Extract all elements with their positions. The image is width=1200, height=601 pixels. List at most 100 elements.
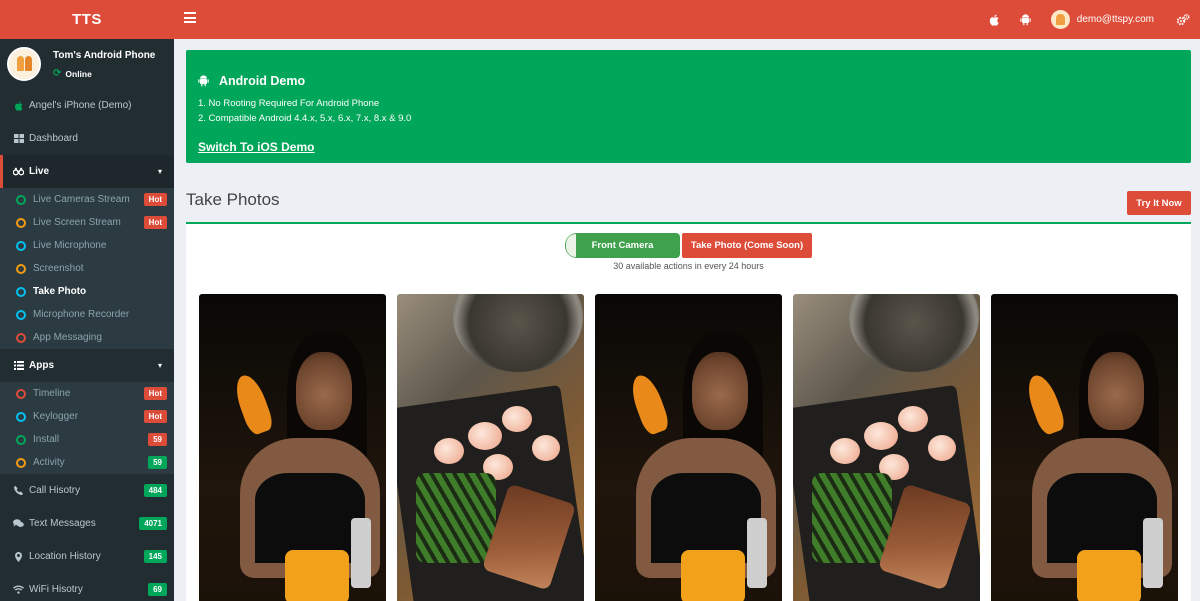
sidebar-item-location-history[interactable]: Location History 145 xyxy=(0,540,174,573)
circle-icon xyxy=(16,388,26,399)
sidebar-item-label: Apps xyxy=(29,360,54,371)
sidebar-item-label: Live Screen Stream xyxy=(33,217,121,228)
count-badge: 484 xyxy=(143,484,167,497)
photo-thumbnail[interactable] xyxy=(793,294,980,601)
user-email[interactable]: demo@ttspy.com xyxy=(1077,14,1154,25)
sidebar-item-timeline[interactable]: Timeline Hot xyxy=(0,382,174,405)
callout-line-1: 1. No Rooting Required For Android Phone xyxy=(198,98,380,109)
sidebar-item-screenshot[interactable]: Screenshot xyxy=(0,257,174,280)
device-status-label: Online xyxy=(65,68,92,79)
front-camera-toggle[interactable]: Front Camera xyxy=(565,233,680,258)
sync-icon: ⟳ xyxy=(53,68,62,79)
sidebar-item-microphone-recorder[interactable]: Microphone Recorder xyxy=(0,303,174,326)
sidebar-item-live-microphone[interactable]: Live Microphone xyxy=(0,234,174,257)
circle-icon xyxy=(16,434,26,445)
apps-submenu: Timeline Hot Keylogger Hot Install 59 Ac… xyxy=(0,382,174,474)
try-it-now-button[interactable]: Try It Now xyxy=(1127,191,1191,215)
sidebar-item-wifi-history[interactable]: WiFi Hisotry 69 xyxy=(0,573,174,601)
wifi-icon xyxy=(13,585,24,594)
photo-thumbnail[interactable] xyxy=(199,294,386,601)
count-badge: 69 xyxy=(148,583,167,596)
sidebar-item-label: Text Messages xyxy=(29,518,96,529)
sidebar-item-label: Timeline xyxy=(33,388,71,399)
sidebar-item-label: Dashboard xyxy=(29,133,78,144)
circle-icon xyxy=(16,332,26,343)
photo-thumbnail[interactable] xyxy=(397,294,584,601)
callout-line-2: 2. Compatible Android 4.4.x, 5.x, 6.x, 7… xyxy=(198,113,412,124)
switch-to-ios-link[interactable]: Switch To iOS Demo xyxy=(198,140,314,154)
sidebar-item-live-screen-stream[interactable]: Live Screen Stream Hot xyxy=(0,211,174,234)
circle-icon xyxy=(16,217,26,228)
sidebar-item-label: Angel's iPhone (Demo) xyxy=(29,100,132,111)
circle-icon xyxy=(16,286,26,297)
dashboard-icon xyxy=(13,134,24,143)
camera-controls: Front Camera Take Photo (Come Soon) xyxy=(565,233,812,258)
circle-icon xyxy=(16,194,26,205)
count-badge: 59 xyxy=(148,433,167,446)
list-icon xyxy=(13,361,24,370)
take-photo-button[interactable]: Take Photo (Come Soon) xyxy=(682,233,812,258)
live-submenu: Live Cameras Stream Hot Live Screen Stre… xyxy=(0,188,174,349)
apple-icon[interactable] xyxy=(987,13,1001,27)
sidebar-item-label: Live xyxy=(29,166,50,177)
sidebar-item-alt-device[interactable]: Angel's iPhone (Demo) xyxy=(0,89,174,122)
count-badge: 145 xyxy=(143,550,167,563)
hot-badge: Hot xyxy=(143,410,167,423)
sidebar-item-activity[interactable]: Activity 59 xyxy=(0,451,174,474)
circle-icon xyxy=(16,309,26,320)
sidebar-item-install[interactable]: Install 59 xyxy=(0,428,174,451)
sidebar-item-label: Location History xyxy=(29,551,101,562)
sidebar-item-live[interactable]: Live ▾ xyxy=(0,155,174,188)
chevron-down-icon: ▾ xyxy=(157,167,162,176)
android-icon[interactable] xyxy=(1019,13,1033,27)
app-logo[interactable]: TTS xyxy=(0,0,174,39)
android-icon xyxy=(198,75,209,87)
navbar-right: demo@ttspy.com xyxy=(987,0,1200,39)
actions-note: 30 available actions in every 24 hours xyxy=(613,261,764,271)
map-marker-icon xyxy=(13,551,24,562)
circle-icon xyxy=(16,263,26,274)
sidebar-item-text-messages[interactable]: Text Messages 4071 xyxy=(0,507,174,540)
sidebar-item-live-cameras-stream[interactable]: Live Cameras Stream Hot xyxy=(0,188,174,211)
callout-title-text: Android Demo xyxy=(219,74,306,88)
photo-thumbnail[interactable] xyxy=(991,294,1178,601)
count-badge: 4071 xyxy=(139,517,167,530)
sidebar-item-app-messaging[interactable]: App Messaging xyxy=(0,326,174,349)
device-avatar xyxy=(7,47,41,81)
sidebar: Tom's Android Phone ⟳ Online Angel's iPh… xyxy=(0,39,174,601)
sidebar-item-label: Keylogger xyxy=(33,411,79,422)
photo-thumbnail[interactable] xyxy=(595,294,782,601)
circle-icon xyxy=(16,457,26,468)
sidebar-item-label: Call Hisotry xyxy=(29,485,81,496)
binoculars-icon xyxy=(13,167,24,176)
sidebar-item-label: Screenshot xyxy=(33,263,84,274)
circle-icon xyxy=(16,411,26,422)
count-badge: 59 xyxy=(148,456,167,469)
comments-icon xyxy=(13,519,24,528)
sidebar-item-label: Install xyxy=(33,434,60,445)
hot-badge: Hot xyxy=(143,193,167,206)
android-demo-callout: Android Demo 1. No Rooting Required For … xyxy=(186,50,1191,163)
device-status: ⟳ Online xyxy=(53,68,92,79)
hot-badge: Hot xyxy=(143,387,167,400)
sidebar-item-label: Microphone Recorder xyxy=(33,309,130,320)
sidebar-item-call-history[interactable]: Call Hisotry 484 xyxy=(0,474,174,507)
cogs-icon[interactable] xyxy=(1176,13,1190,27)
sidebar-item-take-photo[interactable]: Take Photo xyxy=(0,280,174,303)
hot-badge: Hot xyxy=(143,216,167,229)
device-name: Tom's Android Phone xyxy=(53,50,156,61)
user-avatar[interactable] xyxy=(1050,10,1070,29)
sidebar-item-apps[interactable]: Apps ▾ xyxy=(0,349,174,382)
page-title: Take Photos xyxy=(186,190,280,209)
sidebar-item-label: Live Microphone xyxy=(33,240,107,251)
device-profile[interactable]: Tom's Android Phone ⟳ Online xyxy=(0,39,174,89)
callout-title: Android Demo xyxy=(198,74,305,88)
phone-icon xyxy=(13,486,24,495)
sidebar-item-keylogger[interactable]: Keylogger Hot xyxy=(0,405,174,428)
menu-icon[interactable] xyxy=(184,12,196,25)
take-photos-box: Front Camera Take Photo (Come Soon) 30 a… xyxy=(186,222,1191,601)
sidebar-item-label: Live Cameras Stream xyxy=(33,194,130,205)
chevron-down-icon: ▾ xyxy=(157,361,162,370)
sidebar-item-label: WiFi Hisotry xyxy=(29,584,83,595)
sidebar-item-dashboard[interactable]: Dashboard xyxy=(0,122,174,155)
